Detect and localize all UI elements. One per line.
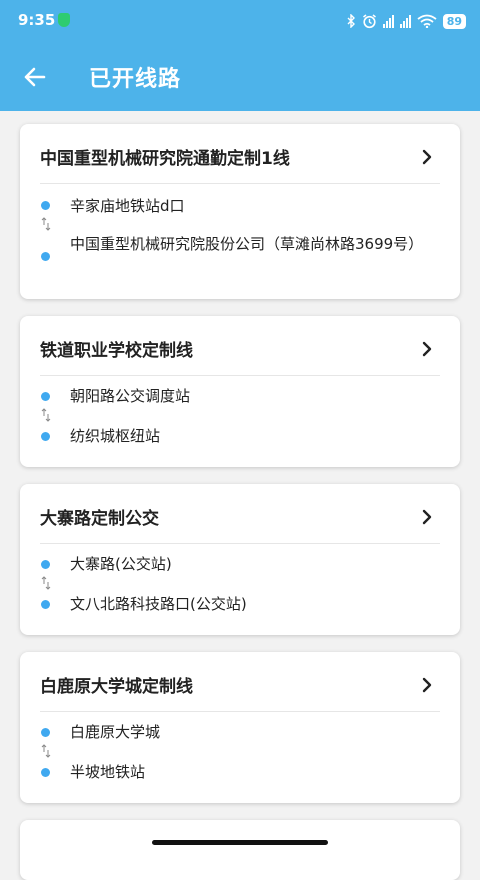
chevron-right-icon[interactable] <box>420 676 434 694</box>
destination-stop: 中国重型机械研究院股份公司（草滩尚林路3699号） <box>70 235 424 253</box>
swap-arrows-icon <box>41 744 51 758</box>
destination-stop: 纺织城枢纽站 <box>70 427 161 445</box>
route-card[interactable]: 大寨路定制公交 大寨路(公交站) 文八北路科技路口(公交站) <box>20 484 460 635</box>
home-indicator[interactable] <box>152 840 328 845</box>
status-icons: 89 <box>346 10 466 32</box>
destination-dot <box>41 600 50 609</box>
chevron-right-icon[interactable] <box>420 508 434 526</box>
alarm-icon <box>362 13 376 28</box>
destination-dot <box>41 252 50 261</box>
origin-dot <box>41 201 50 210</box>
chevron-right-icon[interactable] <box>420 148 434 166</box>
route-card[interactable]: 铁道职业学校定制线 朝阳路公交调度站 纺织城枢纽站 <box>20 316 460 467</box>
swap-arrows-icon <box>41 576 51 590</box>
origin-stop: 朝阳路公交调度站 <box>70 387 191 405</box>
origin-dot <box>41 560 50 569</box>
divider <box>40 183 440 184</box>
status-bar: 9:35 89 <box>0 0 480 42</box>
destination-dot <box>41 432 50 441</box>
signal-icon-2 <box>399 14 411 28</box>
route-name: 中国重型机械研究院通勤定制1线 <box>40 149 290 169</box>
chevron-right-icon[interactable] <box>420 340 434 358</box>
bluetooth-icon <box>347 14 355 28</box>
destination-dot <box>41 768 50 777</box>
signal-icon <box>382 14 394 28</box>
swap-arrows-icon <box>41 217 51 231</box>
route-card-partial[interactable] <box>20 820 460 880</box>
origin-stop: 辛家庙地铁站d口 <box>70 197 185 215</box>
divider <box>40 711 440 712</box>
route-name: 白鹿原大学城定制线 <box>40 677 193 697</box>
route-card[interactable]: 中国重型机械研究院通勤定制1线 辛家庙地铁站d口 中国重型机械研究院股份公司（草… <box>20 124 460 299</box>
destination-stop: 半坡地铁站 <box>70 763 146 781</box>
wifi-icon <box>417 14 437 28</box>
divider <box>40 543 440 544</box>
app-header: 9:35 89 已开线路 <box>0 0 480 111</box>
origin-dot <box>41 728 50 737</box>
route-name: 铁道职业学校定制线 <box>40 341 193 361</box>
status-time: 9:35 <box>18 11 56 29</box>
page-title: 已开线路 <box>89 67 182 92</box>
back-arrow-icon[interactable] <box>22 64 48 90</box>
swap-arrows-icon <box>41 408 51 422</box>
divider <box>40 375 440 376</box>
origin-stop: 大寨路(公交站) <box>70 555 172 573</box>
battery-icon: 89 <box>442 13 466 29</box>
route-card[interactable]: 白鹿原大学城定制线 白鹿原大学城 半坡地铁站 <box>20 652 460 803</box>
origin-dot <box>41 392 50 401</box>
shield-icon <box>58 13 70 27</box>
destination-stop: 文八北路科技路口(公交站) <box>70 595 247 613</box>
origin-stop: 白鹿原大学城 <box>70 723 161 741</box>
route-name: 大寨路定制公交 <box>40 509 159 529</box>
